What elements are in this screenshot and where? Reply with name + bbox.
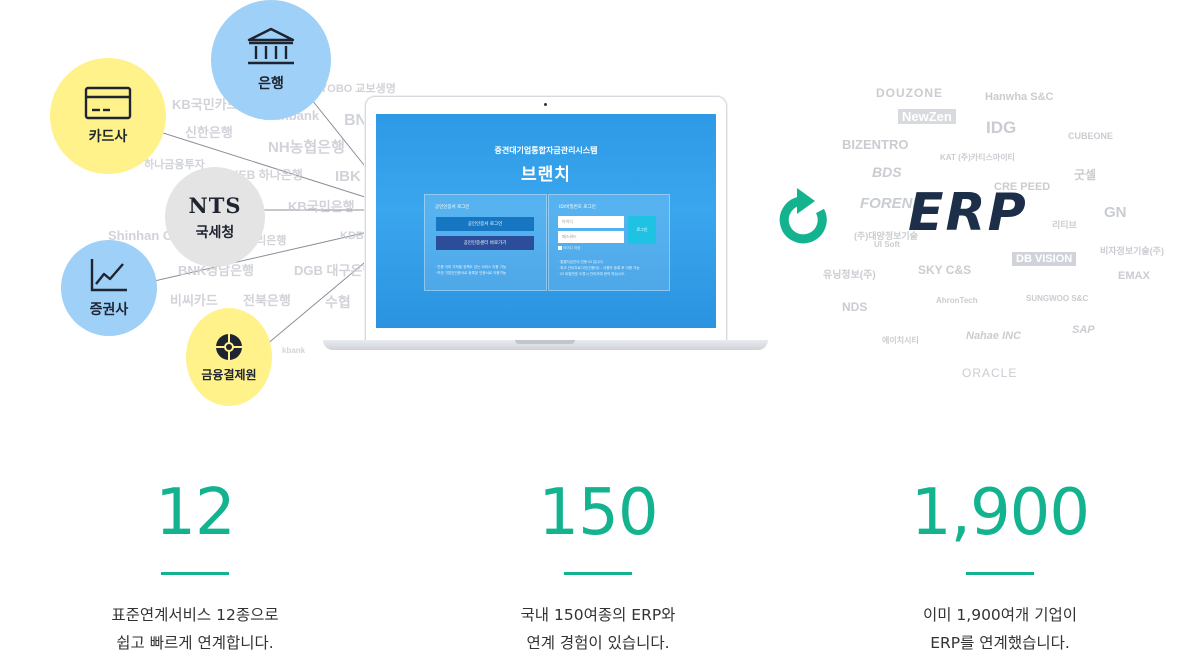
cert-center-button[interactable]: 공인인증센터 바로가기 (436, 236, 534, 250)
id-input[interactable]: 아이디 (558, 216, 624, 228)
partner-logo: 비자정보기술(주) (1100, 246, 1164, 256)
partner-logo: 유닝정보(주) (823, 270, 876, 281)
stat-divider (564, 572, 632, 575)
laptop-notch (515, 340, 575, 344)
category-fintech: 금융결제원 (186, 308, 272, 406)
partner-logo: AhronTech (936, 296, 978, 305)
category-label: 카드사 (88, 129, 128, 145)
id-login-button[interactable]: 로그인 (628, 216, 656, 244)
laptop-lid: 중견대기업통합자금관리시스템 브랜치 공인인증서 로그인 공인인증서 로그인 공… (365, 96, 727, 342)
partner-logo: SAP (1072, 324, 1095, 336)
partner-logo: DGB 대구은행 (294, 263, 375, 278)
webcam-dot (544, 103, 547, 106)
partner-logo: SUNGWOO S&C (1026, 294, 1089, 303)
category-label: 국세청 (195, 224, 235, 241)
credit-card-icon (84, 86, 132, 120)
category-bank: 은행 (211, 0, 331, 120)
stat-line: 국내 150여종의 ERP와 (520, 606, 676, 624)
refresh-arrow-icon (779, 188, 827, 244)
partner-logo: IBK (335, 168, 361, 185)
category-label: 증권사 (89, 302, 129, 318)
stat-line: 이미 1,900여개 기업이 (922, 606, 1078, 624)
stat-divider (161, 572, 229, 575)
partner-logo: NewZen (898, 109, 956, 124)
nts-logo-text: NTS (188, 192, 242, 218)
partner-logo: 리티브 (1052, 220, 1077, 230)
partner-logo: GN (1104, 204, 1127, 221)
system-title: 중견대기업통합자금관리시스템 (494, 146, 598, 155)
partner-logo: DB VISION (1012, 252, 1077, 266)
panel-note: · 최초 관리자로그인(인증서) - 사용자 등록 후 이용 가능 (558, 266, 640, 270)
category-nts: NTS 국세청 (165, 167, 265, 267)
remember-id-checkbox[interactable]: 아이디 저장 (558, 246, 580, 251)
partner-logo: BIZENTRO (842, 137, 909, 152)
category-label: 은행 (258, 76, 284, 92)
partner-logo: SKY C&S (918, 263, 972, 277)
stat-description: 표준연계서비스 12종으로 쉽고 빠르게 연계합니다. (45, 601, 345, 657)
checkbox-box (558, 246, 562, 250)
panel-note: · 보안 기업인인증서로 등록된 인증서로 이용가능 (435, 271, 507, 275)
category-securities: 증권사 (61, 240, 157, 336)
cert-login-button[interactable]: 공인인증서 로그인 (436, 217, 534, 231)
partner-logo: KAT (주)카티스마이티 (940, 153, 1015, 162)
partner-logo: kbank (282, 346, 306, 355)
partner-logo: ORACLE (962, 366, 1018, 380)
panel-note: · ID 비밀번호 오류시 관리자에 문의 하십시오. (558, 272, 626, 276)
stat-number: 1,900 (910, 476, 1090, 550)
erp-logo: ERP (908, 183, 1028, 243)
partner-logo: CUBEONE (1068, 131, 1114, 141)
partner-logo: 비씨카드 (170, 293, 218, 308)
stat-number: 12 (155, 476, 235, 550)
panel-heading: 공인인증서 로그인 (435, 205, 470, 210)
laptop-base (323, 340, 768, 350)
partner-logo: Nahae INC (966, 330, 1022, 342)
bank-building-icon (247, 27, 295, 65)
checkbox-label: 아이디 저장 (563, 246, 581, 250)
stat-description: 국내 150여종의 ERP와 연계 경험이 있습니다. (448, 601, 748, 657)
partner-logo: BDS (872, 164, 902, 180)
partner-logo: 신한은행 (185, 125, 233, 140)
partner-logo: EMAX (1118, 270, 1150, 282)
system-brand: 브랜치 (521, 165, 571, 185)
partner-logo: 수협 (325, 294, 351, 310)
partner-logo: KDB (340, 230, 364, 242)
stat-line: 쉽고 빠르게 연계합니다. (116, 634, 274, 652)
panel-heading: ID/비밀번호 로그인 (559, 205, 596, 210)
stat-line: 표준연계서비스 12종으로 (111, 606, 279, 624)
panel-note: · 인증 이미 가져올 정책도 있는 서비스 이용 가능 (435, 265, 507, 269)
partner-logo: KB국민은행 (288, 199, 355, 214)
laptop-screen: 중견대기업통합자금관리시스템 브랜치 공인인증서 로그인 공인인증서 로그인 공… (376, 114, 716, 328)
panel-note: · 통합자금관리 전용 ID 입니다. (558, 260, 604, 264)
stat-line: 연계 경험이 있습니다. (526, 634, 670, 652)
category-card: 카드사 (50, 58, 166, 174)
partner-logo: NH농협은행 (268, 139, 345, 156)
partner-logo: NDS (842, 300, 868, 314)
stat-number: 150 (538, 476, 658, 550)
partner-logo: DOUZONE (876, 86, 943, 100)
id-login-panel: ID/비밀번호 로그인 아이디 패스워드 아이디 저장 로그인 · 통합자금관리… (548, 194, 670, 291)
partner-logo: IDG (986, 118, 1017, 137)
partner-logo: 에이치시티 (882, 336, 919, 345)
stat-description: 이미 1,900여개 기업이 ERP를 연계했습니다. (850, 601, 1150, 657)
globe-network-icon (216, 333, 242, 360)
line-chart-icon (90, 259, 127, 292)
category-label: 금융결제원 (201, 367, 257, 382)
partner-logo: UI Soft (874, 240, 900, 249)
partner-logo: Hanwha S&C (985, 91, 1054, 103)
partner-logo: 굿셀 (1074, 168, 1097, 182)
partner-logo: 전북은행 (243, 293, 291, 308)
stat-line: ERP를 연계했습니다. (930, 634, 1070, 652)
cert-login-panel: 공인인증서 로그인 공인인증서 로그인 공인인증센터 바로가기 · 인증 이미 … (424, 194, 547, 291)
password-input[interactable]: 패스워드 (558, 231, 624, 243)
stat-divider (966, 572, 1034, 575)
